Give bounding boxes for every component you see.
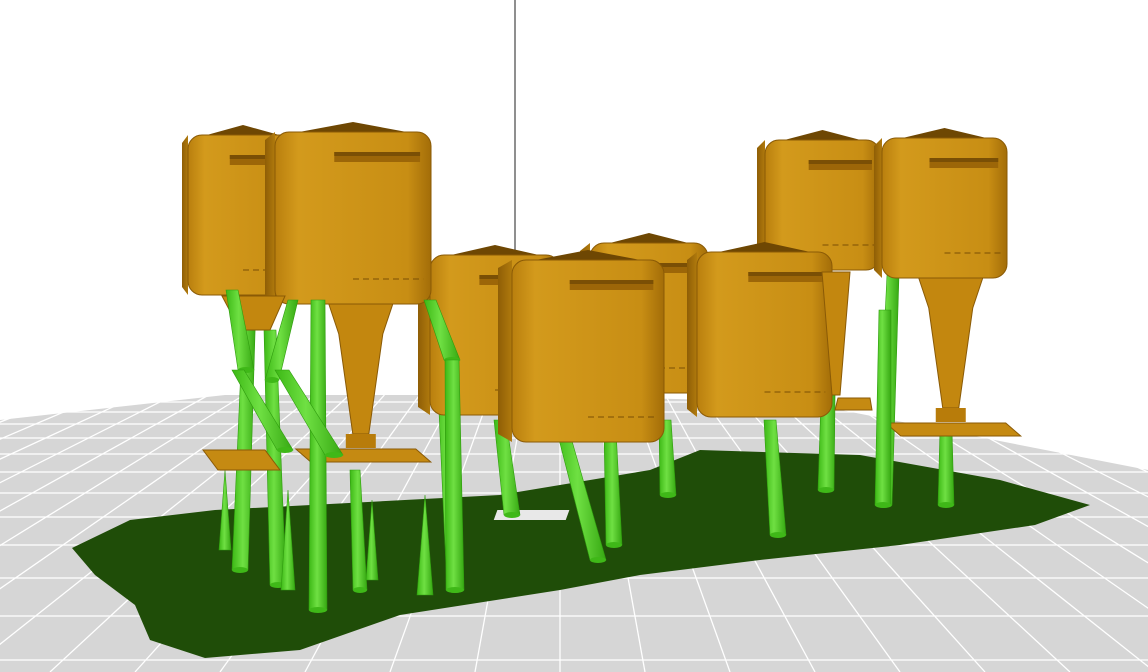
support-pillar bbox=[308, 299, 328, 613]
mailbox-model bbox=[498, 250, 665, 443]
3d-viewport[interactable] bbox=[0, 0, 1148, 672]
mailbox-model bbox=[687, 242, 833, 418]
support-pillar bbox=[937, 429, 955, 508]
